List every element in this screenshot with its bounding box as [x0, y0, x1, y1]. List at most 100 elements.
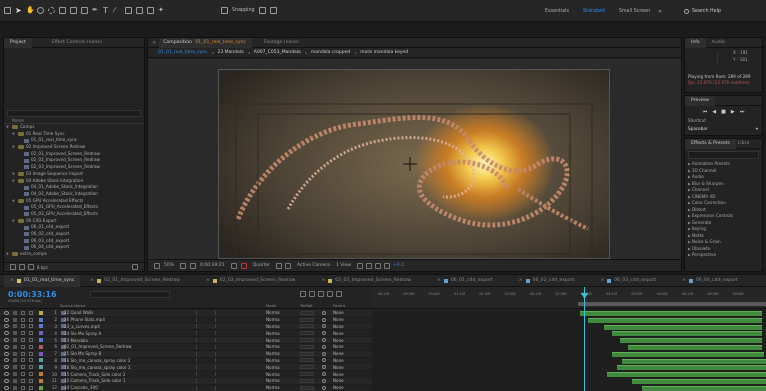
layer-name[interactable]: 15 Camera_Track_Side color 1: [64, 378, 184, 383]
layer-name[interactable]: 02_01_Improved_Screen_Redraw: [64, 344, 184, 349]
roto-brush-tool-icon[interactable]: [147, 7, 154, 14]
visibility-eye-icon[interactable]: [4, 365, 9, 370]
layer-parent-dropdown[interactable]: None: [333, 358, 344, 363]
viewer-timecode[interactable]: 0:00:39:21: [200, 263, 225, 268]
first-frame-icon[interactable]: ⏮: [703, 109, 708, 115]
close-tab-icon[interactable]: ×: [10, 275, 14, 287]
lock-icon[interactable]: [29, 331, 33, 336]
layer-name[interactable]: 22 Quad Walls: [64, 310, 184, 315]
close-tab-icon[interactable]: ×: [519, 275, 523, 287]
parent-pickwhip-icon[interactable]: [322, 331, 326, 336]
project-item[interactable]: 04_02_Adobe_Stock_Integration: [6, 191, 144, 198]
parent-pickwhip-icon[interactable]: [322, 365, 326, 370]
project-item[interactable]: 05_02_GPU_Accelerated_Effects: [6, 211, 144, 218]
visibility-eye-icon[interactable]: [4, 338, 9, 343]
layer-trkmat-dropdown[interactable]: [300, 324, 314, 329]
solo-icon[interactable]: [21, 358, 25, 363]
layer-mode-dropdown[interactable]: Norma: [266, 351, 280, 356]
layer-parent-dropdown[interactable]: None: [333, 317, 344, 322]
tab-effects-presets[interactable]: Effects & Presets: [685, 138, 736, 149]
close-tab-icon[interactable]: ×: [152, 40, 156, 46]
disclosure-triangle-icon[interactable]: ▼: [12, 218, 16, 225]
lock-icon[interactable]: [29, 324, 33, 329]
layer-row[interactable]: 12 14 Cascade_300 Norma None: [0, 384, 372, 391]
parent-pickwhip-icon[interactable]: [322, 324, 326, 329]
layer-mode-dropdown[interactable]: Norma: [266, 338, 280, 343]
workspace-small-screen[interactable]: Small Screen: [619, 9, 650, 14]
always-preview-icon[interactable]: [154, 262, 160, 269]
solo-icon[interactable]: [21, 372, 25, 377]
lock-icon[interactable]: [29, 338, 33, 343]
layer-duration-bar[interactable]: [632, 379, 766, 384]
layer-switches[interactable]: [196, 310, 216, 315]
grid-overlay-icon[interactable]: [180, 262, 187, 269]
label-color-swatch[interactable]: [39, 331, 43, 336]
project-item[interactable]: 02_03_Improved_Screen_Redraw: [6, 164, 144, 171]
layer-duration-bar[interactable]: [607, 372, 766, 378]
project-item[interactable]: 04_01_Adobe_Stock_Integration: [6, 184, 144, 191]
layer-mode-dropdown[interactable]: Norma: [266, 331, 280, 336]
clone-stamp-tool-icon[interactable]: [125, 7, 132, 14]
name-column-header[interactable]: Name: [12, 118, 24, 123]
effects-search-field[interactable]: [688, 151, 759, 159]
disclosure-triangle-icon[interactable]: ▼: [6, 124, 10, 131]
label-color-swatch[interactable]: [39, 365, 43, 370]
layer-parent-dropdown[interactable]: None: [333, 372, 344, 377]
timeline-icon[interactable]: [375, 262, 381, 269]
audio-speaker-icon[interactable]: [13, 385, 17, 390]
layer-mode-dropdown[interactable]: Norma: [266, 324, 280, 329]
layer-switches[interactable]: [196, 372, 216, 377]
project-item[interactable]: 05_01_GPU_Accelerated_Effects: [6, 204, 144, 211]
layer-row[interactable]: 6 02_01_Improved_Screen_Redraw Norma None: [0, 343, 372, 351]
layer-mode-dropdown[interactable]: Norma: [266, 344, 280, 349]
breadcrumb-item[interactable]: molis mandala keyed: [360, 50, 408, 55]
tab-project[interactable]: Project: [4, 37, 32, 48]
layer-mode-dropdown[interactable]: Norma: [266, 365, 280, 370]
lock-icon[interactable]: [29, 317, 33, 322]
new-folder-icon[interactable]: [19, 264, 25, 270]
breadcrumb-item[interactable]: A007_C053_Mandala: [254, 50, 301, 55]
type-tool-icon[interactable]: T: [103, 7, 110, 15]
current-time-indicator[interactable]: [584, 287, 585, 391]
lock-icon[interactable]: [29, 344, 33, 349]
draft-3d-icon[interactable]: [300, 291, 306, 297]
parent-pickwhip-icon[interactable]: [322, 351, 326, 356]
source-name-column-header[interactable]: Source Name: [60, 303, 85, 308]
composition-viewer[interactable]: [148, 59, 681, 261]
layer-row[interactable]: 1 22 Quad Walls Norma None: [0, 310, 372, 317]
project-item[interactable]: ▼ extra_comps: [6, 251, 144, 258]
project-search-field[interactable]: [7, 110, 141, 117]
snapping-options-icon[interactable]: [258, 7, 266, 14]
layer-row[interactable]: 8 16 Slo_mo_canvas_spray color 2 Norma None: [0, 357, 372, 365]
disclosure-triangle-icon[interactable]: ▼: [12, 178, 16, 185]
layer-trkmat-dropdown[interactable]: [300, 351, 314, 356]
tab-info[interactable]: Info: [685, 37, 706, 48]
camera-dropdown[interactable]: Active Camera: [297, 263, 330, 268]
layer-mode-dropdown[interactable]: Norma: [266, 358, 280, 363]
parent-pickwhip-icon[interactable]: [322, 317, 326, 322]
layer-switches[interactable]: [196, 338, 216, 343]
motion-blur-icon[interactable]: [327, 291, 333, 297]
layer-row[interactable]: 10 15 Camera_Track_Side color 2 Norma None: [0, 371, 372, 378]
resolution-dropdown[interactable]: Quarter: [253, 263, 270, 268]
solo-icon[interactable]: [21, 351, 25, 356]
time-ruler[interactable]: 00:15f 00:30f 01:00f 01:15f 01:30f 02:00f 02:1…: [372, 287, 766, 309]
layer-duration-bar[interactable]: [612, 331, 762, 337]
parent-pickwhip-icon[interactable]: [322, 310, 326, 315]
audio-speaker-icon[interactable]: [13, 372, 17, 377]
project-item[interactable]: ▼ 05 GPU Accelerated Effects: [6, 198, 144, 205]
visibility-eye-icon[interactable]: [4, 351, 9, 356]
disclosure-triangle-icon[interactable]: ▼: [12, 198, 16, 205]
camera-tool-icon[interactable]: [59, 7, 66, 14]
audio-speaker-icon[interactable]: [13, 358, 17, 363]
graph-editor-icon[interactable]: [336, 291, 342, 297]
show-channel-icon[interactable]: [240, 262, 247, 269]
layer-name[interactable]: 16 Slo_mo_canvas_spray color 1: [64, 365, 184, 370]
layer-parent-dropdown[interactable]: None: [333, 344, 344, 349]
stop-icon[interactable]: ■: [721, 109, 726, 115]
label-color-swatch[interactable]: [39, 351, 43, 356]
layer-mode-dropdown[interactable]: Norma: [266, 385, 280, 390]
layer-trkmat-dropdown[interactable]: [300, 372, 314, 377]
fast-previews-icon[interactable]: [366, 262, 372, 269]
layer-name[interactable]: 23_x_curves.mp4: [64, 324, 184, 329]
